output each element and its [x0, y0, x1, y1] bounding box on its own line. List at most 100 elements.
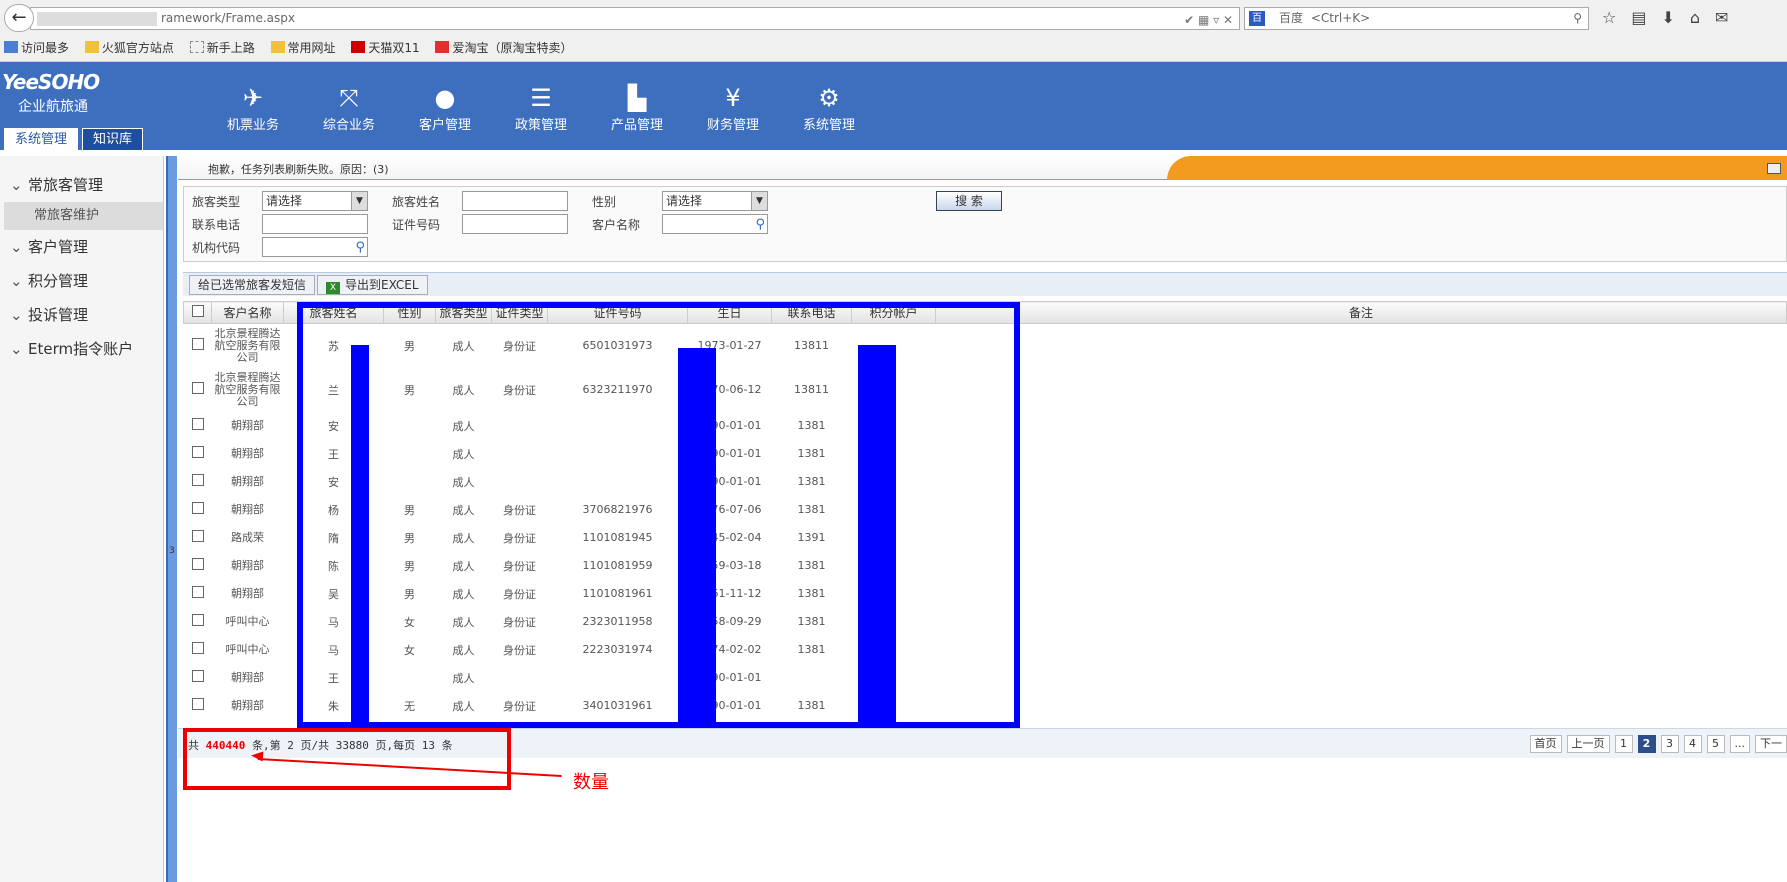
row-checkbox-cell[interactable]	[183, 635, 212, 664]
download-icon[interactable]: ⬇	[1661, 8, 1689, 27]
row-checkbox[interactable]	[191, 670, 204, 682]
row-checkbox-cell[interactable]	[183, 551, 212, 580]
back-button-icon[interactable]: ←	[4, 4, 34, 32]
page-first-button[interactable]: 首页	[1529, 735, 1562, 753]
row-checkbox[interactable]	[191, 614, 204, 626]
cell-customer: 朝翔部	[211, 663, 284, 692]
baidu-icon: 百	[1249, 11, 1265, 26]
row-checkbox[interactable]	[191, 642, 204, 654]
row-checkbox-cell[interactable]	[183, 467, 212, 496]
row-checkbox[interactable]	[191, 446, 204, 458]
export-excel-button[interactable]: X 导出到EXCEL	[317, 275, 428, 295]
chat-icon[interactable]: ✉	[1715, 8, 1743, 27]
nav-general[interactable]: ⤧ 综合业务	[301, 82, 397, 133]
row-checkbox[interactable]	[191, 338, 204, 350]
row-checkbox-cell[interactable]	[183, 607, 212, 636]
lookup-icon[interactable]: ⚲	[355, 239, 365, 257]
sidebar-item-complaints[interactable]: ⌄ 投诉管理	[0, 298, 163, 332]
nav-product[interactable]: ▙ 产品管理	[589, 82, 685, 133]
page-2-button[interactable]: 2	[1637, 735, 1656, 753]
page-next-button[interactable]: 下一	[1755, 735, 1787, 753]
row-checkbox[interactable]	[191, 474, 204, 486]
address-bar[interactable]: ramework/Frame.aspx ✔ ▦ ▿ ✕	[30, 7, 1240, 30]
id-number-input[interactable]	[462, 214, 568, 234]
star-icon[interactable]: ☆	[1602, 8, 1631, 27]
nav-ticket[interactable]: ✈ 机票业务	[205, 82, 301, 133]
row-checkbox[interactable]	[191, 502, 204, 514]
row-checkbox-cell[interactable]	[183, 663, 212, 692]
page-1-button[interactable]: 1	[1614, 735, 1633, 753]
traveler-type-value: 请选择	[266, 194, 303, 208]
taobao-icon	[435, 41, 450, 53]
home-icon[interactable]: ⌂	[1690, 8, 1715, 27]
url-host-redacted	[37, 12, 157, 26]
bookmark-item[interactable]: 访问最多	[4, 41, 69, 55]
phone-input[interactable]	[262, 214, 368, 234]
row-checkbox-cell[interactable]	[183, 439, 212, 468]
page-3-button[interactable]: 3	[1660, 735, 1679, 753]
bookmark-item[interactable]: 天猫双11	[351, 41, 420, 55]
page-4-button[interactable]: 4	[1683, 735, 1702, 753]
page-5-button[interactable]: 5	[1706, 735, 1725, 753]
row-checkbox-cell[interactable]	[183, 523, 212, 552]
send-sms-button[interactable]: 给已选常旅客发短信	[189, 275, 316, 295]
select-all-checkbox[interactable]	[191, 305, 204, 317]
search-button[interactable]: 搜 索	[936, 191, 1002, 211]
url-bar-icons[interactable]: ✔ ▦ ▿ ✕	[1184, 10, 1233, 31]
traveler-type-select[interactable]: 请选择 ▼	[262, 191, 368, 211]
nav-label: 产品管理	[610, 118, 663, 133]
search-box[interactable]: 百 百度 <Ctrl+K> ⚲	[1244, 7, 1589, 30]
tab-knowledge[interactable]: 知识库	[82, 128, 144, 150]
customer-name-input[interactable]: ⚲	[662, 214, 768, 234]
sidebar-item-customer[interactable]: ⌄ 客户管理	[0, 230, 163, 264]
nav-finance[interactable]: ¥ 财务管理	[685, 82, 781, 133]
nav-policy[interactable]: ☰ 政策管理	[493, 82, 589, 133]
row-checkbox[interactable]	[191, 382, 204, 394]
row-checkbox[interactable]	[191, 530, 204, 542]
url-row: ramework/Frame.aspx ✔ ▦ ▿ ✕ ← 百 百度 <Ctrl…	[4, 4, 1783, 32]
org-code-input[interactable]: ⚲	[262, 237, 368, 257]
traveler-name-input[interactable]	[462, 191, 568, 211]
row-checkbox[interactable]	[191, 418, 204, 430]
bookmark-item[interactable]: 新手上路	[189, 41, 255, 55]
tab-system[interactable]: 系统管理	[4, 128, 79, 150]
row-checkbox[interactable]	[191, 698, 204, 710]
sidebar-subitem-traveler-maintain[interactable]: 常旅客维护	[4, 202, 163, 230]
cell-customer: 朝翔部	[211, 467, 284, 496]
nav-label: 机票业务	[226, 118, 279, 133]
cell-remarks	[935, 635, 1787, 664]
bookmark-item[interactable]: 常用网址	[270, 41, 336, 55]
row-checkbox-cell[interactable]	[183, 495, 212, 524]
lookup-icon[interactable]: ⚲	[755, 216, 765, 234]
id-number-label: 证件号码	[392, 218, 441, 232]
select-all-checkbox-cell[interactable]	[183, 301, 212, 324]
nav-customer[interactable]: ● 客户管理	[397, 82, 493, 133]
action-bar: 给已选常旅客发短信 X 导出到EXCEL	[183, 272, 1787, 296]
gender-select[interactable]: 请选择 ▼	[662, 191, 768, 211]
header-customer-name[interactable]: 客户名称	[211, 301, 284, 324]
row-checkbox-cell[interactable]	[183, 323, 212, 368]
brand-logo-text: YeeSOHO	[2, 70, 100, 94]
row-checkbox-cell[interactable]	[183, 691, 212, 720]
cell-customer: 朝翔部	[211, 579, 284, 608]
page-prev-button[interactable]: 上一页	[1566, 735, 1610, 753]
window-icon[interactable]	[1767, 163, 1781, 174]
page-ellipsis-button[interactable]: ...	[1729, 735, 1750, 753]
row-checkbox-cell[interactable]	[183, 367, 212, 412]
bookmarks-icon[interactable]: ▤	[1631, 8, 1661, 27]
row-checkbox-cell[interactable]	[183, 579, 212, 608]
sidebar-splitter[interactable]: 3	[166, 156, 177, 882]
nav-system[interactable]: ⚙ 系统管理	[781, 82, 877, 133]
brand-logo[interactable]: YeeSOHO 企业航旅通	[2, 70, 100, 116]
cell-customer: 呼叫中心	[211, 635, 284, 664]
bookmark-item[interactable]: 爱淘宝（原淘宝特卖）	[435, 41, 573, 55]
sidebar-item-eterm[interactable]: ⌄ Eterm指令账户	[0, 332, 163, 366]
row-checkbox-cell[interactable]	[183, 411, 212, 440]
row-checkbox[interactable]	[191, 558, 204, 570]
header-remarks[interactable]: 备注	[935, 301, 1787, 324]
row-checkbox[interactable]	[191, 586, 204, 598]
search-icon[interactable]: ⚲	[1573, 8, 1582, 29]
sidebar-item-frequent-traveler[interactable]: ⌄ 常旅客管理	[0, 168, 163, 202]
bookmark-item[interactable]: 火狐官方站点	[84, 41, 174, 55]
sidebar-item-points[interactable]: ⌄ 积分管理	[0, 264, 163, 298]
